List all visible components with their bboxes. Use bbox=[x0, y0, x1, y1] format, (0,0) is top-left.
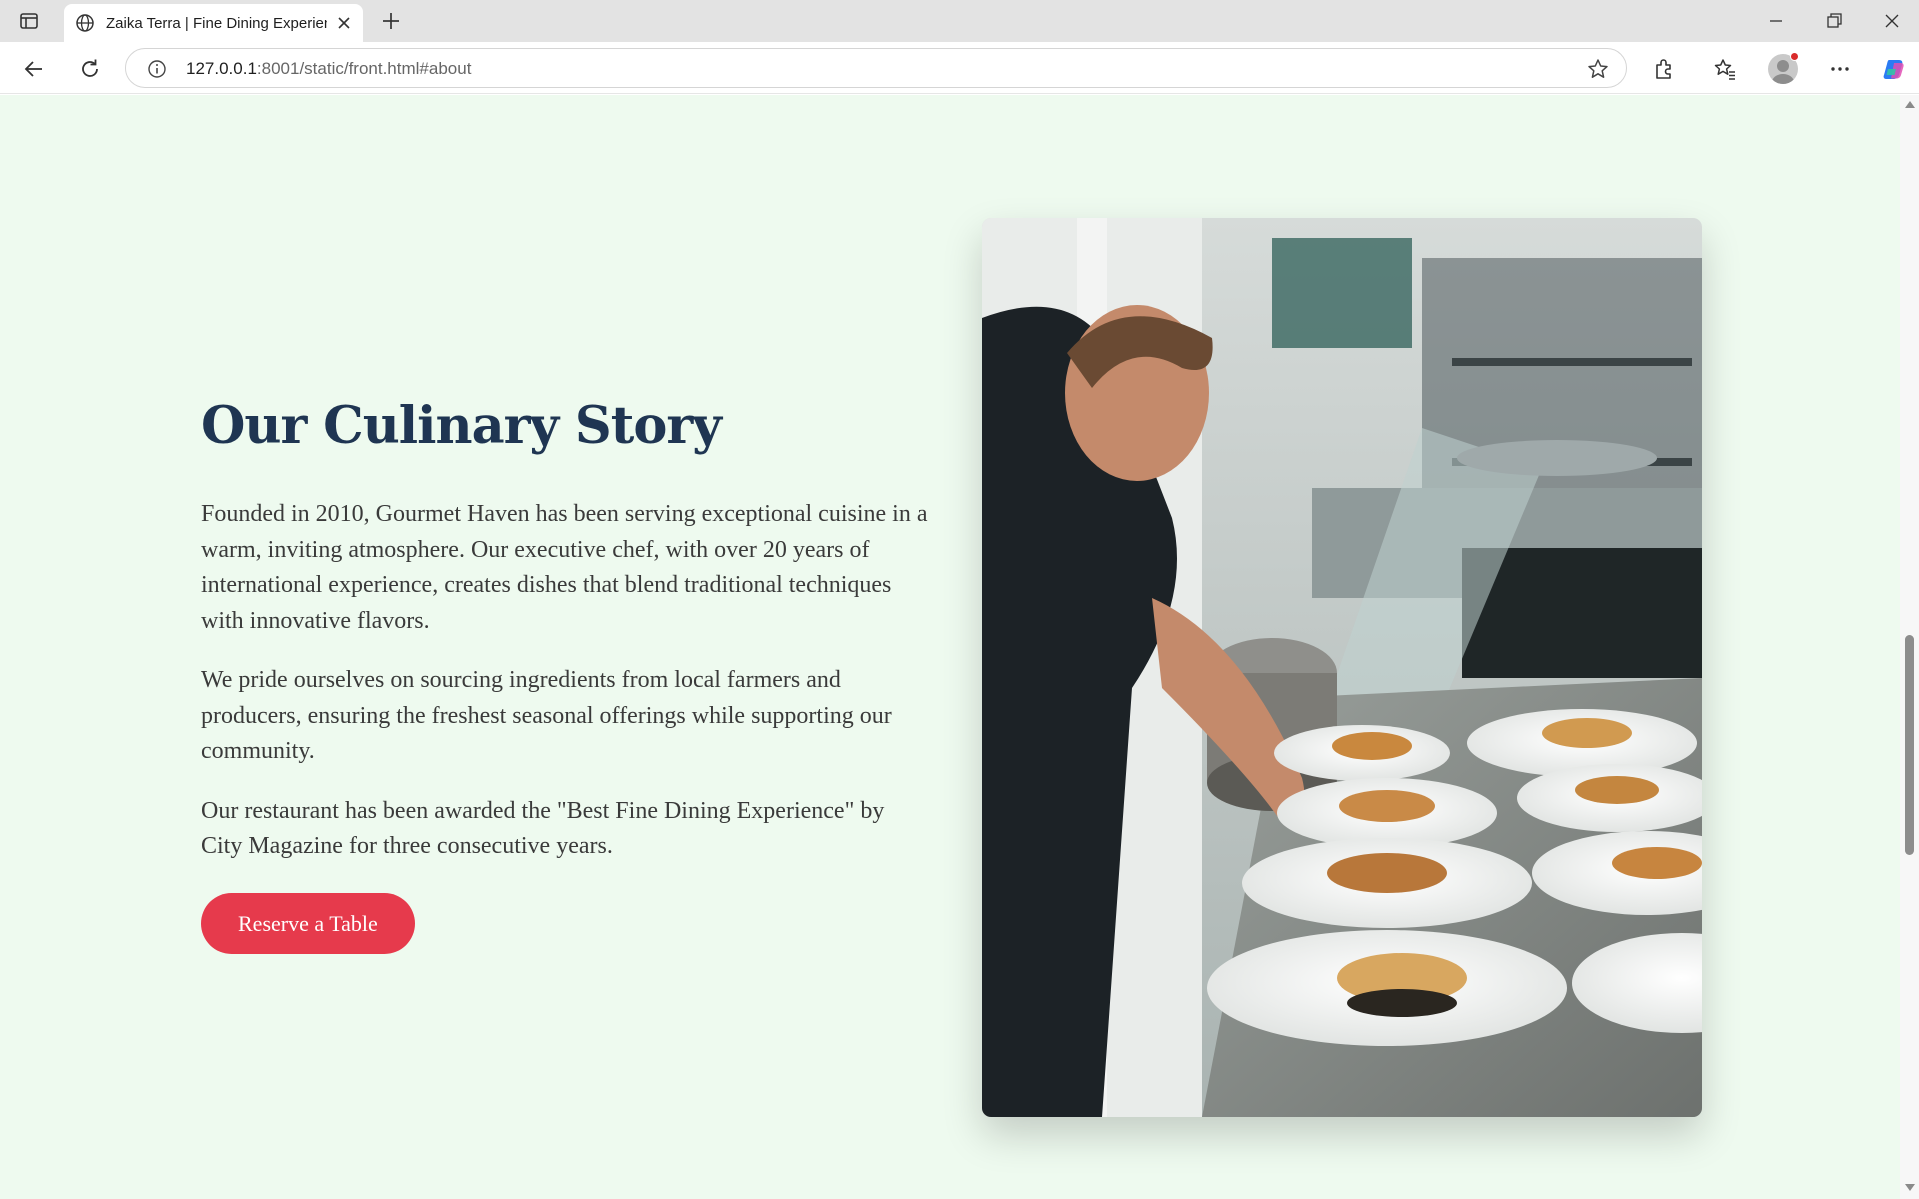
about-title: Our Culinary Story bbox=[201, 396, 722, 456]
scrollbar-thumb[interactable] bbox=[1905, 635, 1914, 855]
back-arrow-icon[interactable] bbox=[21, 56, 47, 82]
favorites-icon[interactable] bbox=[1712, 56, 1738, 82]
tab-title: Zaika Terra | Fine Dining Experience bbox=[106, 14, 327, 32]
close-window-icon[interactable] bbox=[1879, 8, 1905, 34]
copilot-icon[interactable] bbox=[1880, 55, 1908, 83]
chef-plating-image bbox=[982, 218, 1702, 1117]
notification-dot bbox=[1790, 52, 1799, 61]
url-text: 127.0.0.1:8001/static/front.html#about bbox=[186, 59, 471, 79]
browser-tab-active[interactable]: Zaika Terra | Fine Dining Experience bbox=[64, 4, 363, 42]
more-options-icon[interactable] bbox=[1827, 56, 1853, 82]
new-tab-icon[interactable] bbox=[380, 10, 402, 32]
scroll-down-arrow-icon[interactable] bbox=[1905, 1184, 1915, 1191]
reserve-table-button[interactable]: Reserve a Table bbox=[201, 892, 415, 954]
reload-icon[interactable] bbox=[77, 56, 103, 82]
about-paragraph-2: We pride ourselves on sourcing ingredien… bbox=[201, 667, 892, 764]
scroll-up-arrow-icon[interactable] bbox=[1905, 101, 1915, 108]
vertical-scrollbar[interactable] bbox=[1900, 95, 1919, 1199]
globe-icon bbox=[76, 14, 94, 32]
close-tab-icon[interactable] bbox=[335, 14, 353, 32]
favorite-star-icon[interactable] bbox=[1586, 57, 1610, 81]
chef-kitchen-photo bbox=[982, 218, 1702, 1117]
browser-tab-strip: Zaika Terra | Fine Dining Experience bbox=[0, 0, 1919, 42]
about-paragraph-3: Our restaurant has been awarded the "Bes… bbox=[201, 797, 885, 860]
site-info-icon[interactable] bbox=[146, 58, 168, 80]
restore-icon[interactable] bbox=[1821, 8, 1847, 34]
about-section: Our Culinary Story Founded in 2010, Gour… bbox=[201, 395, 931, 954]
url-path: :8001/static/front.html#about bbox=[256, 59, 472, 78]
minimize-icon[interactable] bbox=[1763, 8, 1789, 34]
page-viewport: Our Culinary Story Founded in 2010, Gour… bbox=[0, 95, 1900, 1199]
about-paragraph-1: Founded in 2010, Gourmet Haven has been … bbox=[201, 501, 928, 634]
address-bar[interactable]: 127.0.0.1:8001/static/front.html#about bbox=[125, 48, 1627, 88]
tab-actions-icon[interactable] bbox=[18, 10, 40, 32]
extensions-icon[interactable] bbox=[1651, 56, 1677, 82]
url-host: 127.0.0.1 bbox=[186, 59, 257, 78]
browser-toolbar: 127.0.0.1:8001/static/front.html#about bbox=[0, 42, 1919, 94]
